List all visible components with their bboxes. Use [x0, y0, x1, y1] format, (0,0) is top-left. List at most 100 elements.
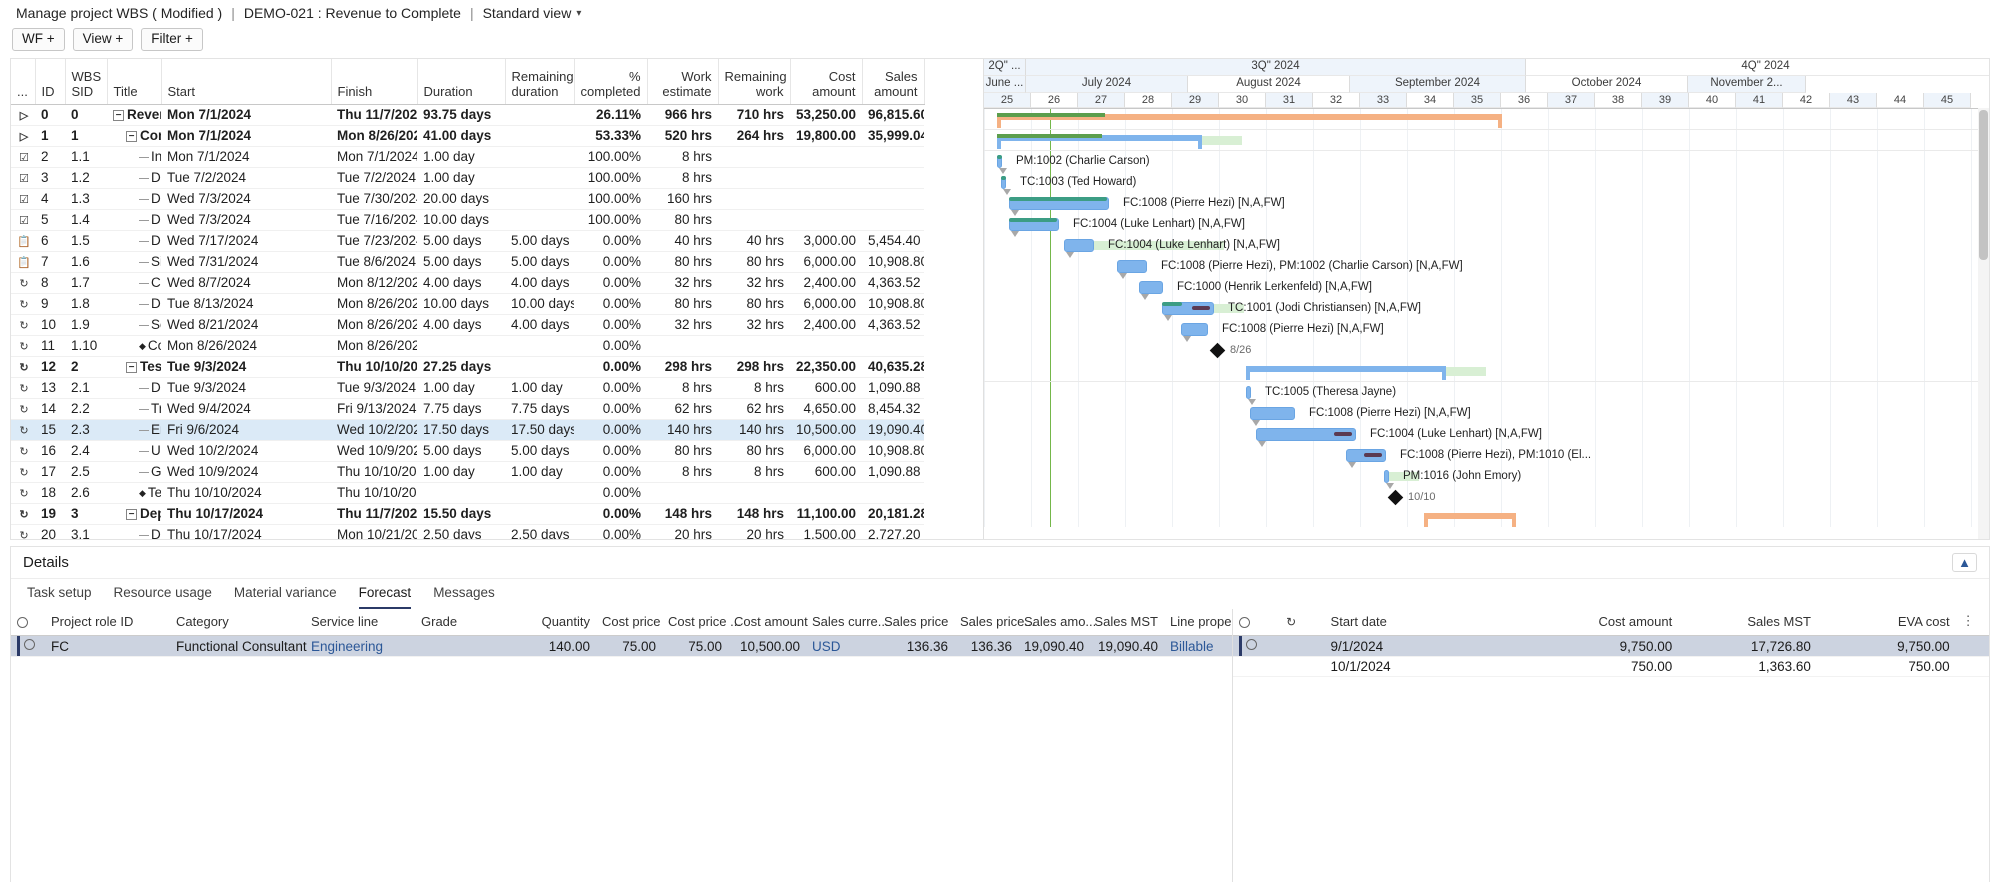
- row-icon-cell[interactable]: ↻: [11, 272, 35, 294]
- row-radio[interactable]: [1245, 638, 1257, 650]
- table-row[interactable]: ↻ 152.3 End-user trainingFri 9/6/2024Wed 1…: [11, 419, 983, 441]
- row-icon-cell[interactable]: ↻: [11, 314, 35, 336]
- gantt-task-bar[interactable]: [1250, 407, 1295, 420]
- row-icon-cell[interactable]: ↻: [11, 440, 35, 462]
- row-icon-cell[interactable]: ↻: [11, 356, 35, 378]
- schedule-row[interactable]: 10/1/2024 750.00 1,363.60 750.00: [1233, 656, 1989, 677]
- row-title-cell[interactable]: Document business proce...: [107, 188, 161, 210]
- schedule-column-startdate[interactable]: Start date: [1324, 609, 1533, 636]
- gantt-vertical-scrollbar[interactable]: [1978, 108, 1989, 539]
- gantt-row[interactable]: [984, 361, 1989, 382]
- table-row[interactable]: ↻ 162.4 User Acceptance TestWed 10/2/2024W…: [11, 440, 983, 462]
- row-icon-cell[interactable]: ▷: [11, 125, 35, 147]
- chevron-up-icon[interactable]: ▲: [1952, 553, 1977, 572]
- gantt-row[interactable]: [984, 403, 1989, 424]
- row-icon-cell[interactable]: ↻: [11, 293, 35, 315]
- forecast-column-salescur[interactable]: Sales curre...: [806, 609, 889, 636]
- tab-messages[interactable]: Messages: [433, 585, 495, 609]
- schedule-row-refresh[interactable]: [1280, 635, 1325, 657]
- refresh-icon[interactable]: ↻: [17, 382, 31, 395]
- row-title-cell[interactable]: Train the trainer: [107, 398, 161, 420]
- table-row[interactable]: ↻122−Testing & TrainingTue 9/3/2024Thu 1…: [11, 356, 983, 378]
- table-row[interactable]: ↻ 203.1 Deploy production enviro...Thu 10/…: [11, 524, 983, 539]
- row-icon-cell[interactable]: ↻: [11, 461, 35, 483]
- gantt-summary-bar[interactable]: [1424, 513, 1516, 519]
- row-radio[interactable]: [23, 638, 35, 650]
- row-title-cell[interactable]: Gold build sign-off: [107, 461, 161, 483]
- forecast-column-service[interactable]: Service line: [305, 609, 415, 636]
- schedule-row-refresh[interactable]: [1280, 656, 1325, 677]
- row-expander-icon[interactable]: −: [126, 361, 137, 373]
- forecast-column-salesprice[interactable]: Sales price: [878, 609, 954, 636]
- forecast-service-line[interactable]: Engineering: [305, 635, 415, 657]
- refresh-icon[interactable]: ↻: [17, 319, 31, 332]
- refresh-icon[interactable]: ↻: [1286, 615, 1296, 629]
- schedule-column-overflow[interactable]: ⋮: [1955, 609, 1989, 636]
- gantt-row[interactable]: [984, 319, 1989, 340]
- table-row[interactable]: ▷00−Revenue to CompleteMon 7/1/2024Thu 1…: [11, 104, 983, 126]
- forecast-column-salesprice2[interactable]: Sales price...: [954, 609, 1035, 636]
- gantt-summary-bar[interactable]: [1246, 366, 1446, 372]
- row-icon-cell[interactable]: ↻: [11, 419, 35, 441]
- forecast-column-qty[interactable]: Quantity: [530, 609, 596, 636]
- gantt-row[interactable]: [984, 487, 1989, 508]
- refresh-icon[interactable]: ↻: [17, 403, 31, 416]
- gantt-task-bar[interactable]: [1139, 281, 1163, 294]
- forecast-column-salesamount[interactable]: Sales amo...: [1018, 609, 1096, 636]
- row-title-cell[interactable]: Document business proce...: [107, 209, 161, 231]
- row-icon-cell[interactable]: ▷: [11, 104, 35, 126]
- column-header-workest[interactable]: Work estimate: [647, 59, 719, 105]
- tab-resource-usage[interactable]: Resource usage: [114, 585, 212, 609]
- row-title-cell[interactable]: −Deployment & Go Live: [107, 503, 161, 525]
- gantt-chart-body[interactable]: PM:1002 (Charlie Carson) TC:1003 (Ted How…: [984, 109, 1989, 527]
- row-icon-cell[interactable]: ☑: [11, 167, 35, 189]
- gantt-row[interactable]: [984, 382, 1989, 403]
- gantt-task-bar[interactable]: [1246, 386, 1251, 399]
- wf-button[interactable]: WF +: [12, 27, 65, 51]
- select-all-radio[interactable]: [17, 616, 28, 628]
- checkbox-checked-icon[interactable]: ☑: [17, 214, 31, 227]
- row-title-cell[interactable]: −Configuration: [107, 125, 161, 147]
- forecast-row-select[interactable]: [11, 635, 45, 657]
- gantt-task-bar[interactable]: [1384, 470, 1389, 483]
- play-box-icon[interactable]: ▷: [17, 130, 31, 143]
- row-icon-cell[interactable]: ↻: [11, 377, 35, 399]
- column-header-dots[interactable]: ...: [11, 59, 36, 105]
- gantt-row[interactable]: [984, 340, 1989, 361]
- schedule-column-refresh[interactable]: ↻: [1280, 609, 1325, 636]
- column-header-remwork[interactable]: Remaining work: [718, 59, 791, 105]
- table-row[interactable]: ↻182.6◆Testing & training comple...Thu 1…: [11, 482, 983, 504]
- forecast-column-costprice2[interactable]: Cost price ...: [662, 609, 741, 636]
- row-title-cell[interactable]: End-user training: [107, 419, 161, 441]
- overflow-menu-icon[interactable]: ⋮: [1962, 613, 1975, 628]
- table-row[interactable]: ☑31.2Deploy sandbox environ...Tue 7/2/20…: [11, 167, 983, 189]
- schedule-column-evacost[interactable]: EVA cost: [1816, 609, 1956, 636]
- tab-material-variance[interactable]: Material variance: [234, 585, 337, 609]
- forecast-column-lineprop[interactable]: Line property: [1164, 609, 1232, 636]
- table-row[interactable]: ↻ 91.8 Data migrationTue 8/13/2024Mon 8/26…: [11, 293, 983, 315]
- view-button[interactable]: View +: [72, 27, 134, 51]
- refresh-icon[interactable]: ↻: [17, 277, 31, 290]
- column-header-finish[interactable]: Finish: [331, 59, 418, 105]
- gantt-task-bar[interactable]: [1181, 323, 1208, 336]
- row-icon-cell[interactable]: ↻: [11, 398, 35, 420]
- gantt-task-bar[interactable]: [1117, 260, 1147, 273]
- table-row[interactable]: ☑ 41.3 Document business proce...Wed 7/3/2…: [11, 188, 983, 210]
- refresh-icon[interactable]: ↻: [17, 487, 31, 500]
- forecast-column-radio[interactable]: [11, 609, 45, 636]
- column-header-duration[interactable]: Duration: [417, 59, 506, 105]
- forecast-row[interactable]: FC Functional Consultant Engineering 140.00…: [11, 635, 1232, 657]
- column-header-pct[interactable]: % completed: [574, 59, 648, 105]
- row-icon-cell[interactable]: 📋: [11, 251, 35, 273]
- row-title-cell[interactable]: Deploy production enviro...: [107, 524, 161, 539]
- row-title-cell[interactable]: Sign off business processes: [107, 251, 161, 273]
- column-header-start[interactable]: Start: [161, 59, 332, 105]
- checkbox-checked-icon[interactable]: ☑: [17, 172, 31, 185]
- forecast-column-costprice[interactable]: Cost price: [596, 609, 662, 636]
- row-icon-cell[interactable]: ☑: [11, 188, 35, 210]
- row-icon-cell[interactable]: ↻: [11, 524, 35, 539]
- forecast-line-property[interactable]: Billable: [1164, 635, 1232, 657]
- row-icon-cell[interactable]: ☑: [11, 146, 35, 168]
- table-row[interactable]: ☑ 51.4 Document business proce...Wed 7/3/2…: [11, 209, 983, 231]
- schedule-row[interactable]: 9/1/2024 9,750.00 17,726.80 9,750.00: [1233, 635, 1989, 657]
